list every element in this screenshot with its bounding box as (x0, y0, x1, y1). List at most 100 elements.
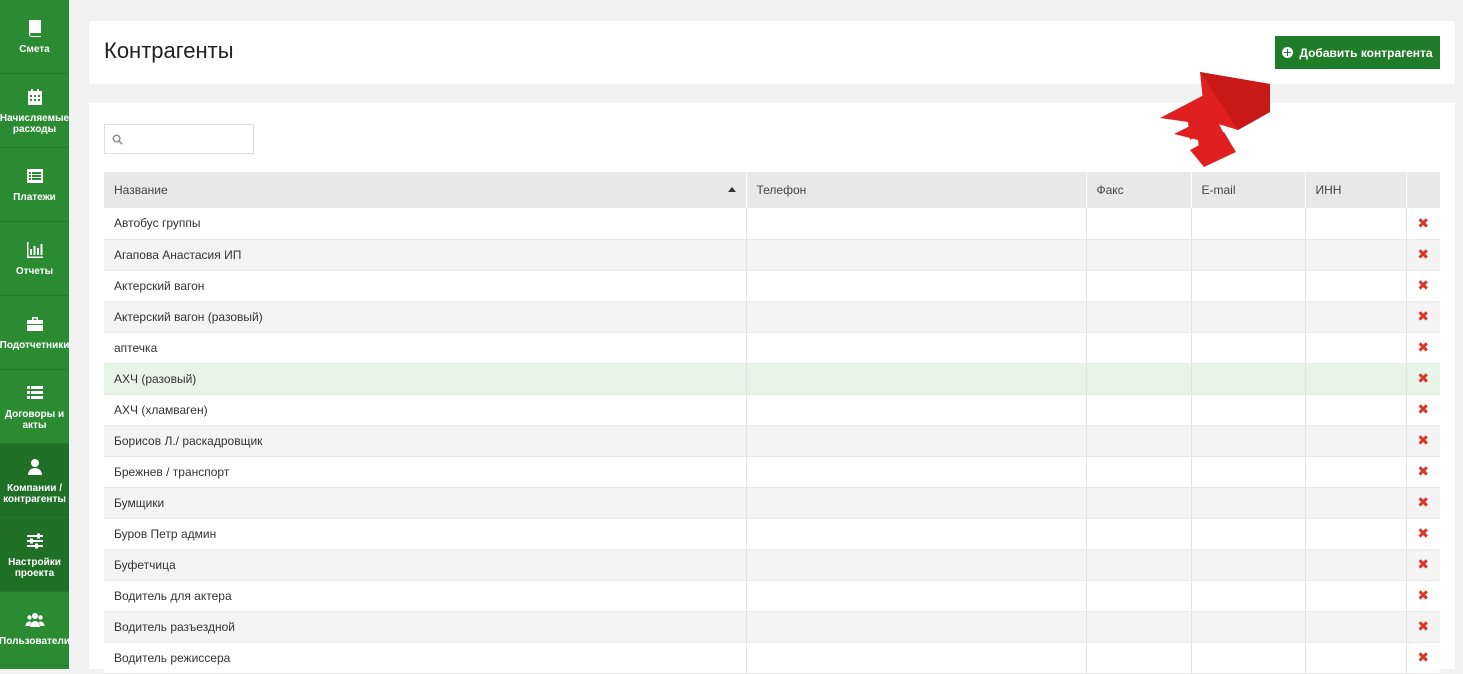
cell-name: Агапова Анастасия ИП (104, 239, 747, 271)
book-icon (28, 20, 41, 37)
sidebar-item-contracts[interactable]: Договоры и акты (0, 370, 69, 444)
search-box[interactable] (104, 124, 254, 154)
cell-name: Водитель для актера (104, 580, 747, 612)
cell-name: Автобус группы (104, 208, 747, 240)
cell-phone (746, 642, 1087, 674)
cell-fax (1086, 394, 1192, 426)
sidebar-item-label: Компании / контрагенты (3, 482, 66, 505)
table-row[interactable]: Бумщики ✖ (104, 487, 1440, 519)
close-icon[interactable]: ✖ (1417, 402, 1429, 416)
cell-name: АХЧ (разовый) (104, 363, 747, 395)
briefcase-icon (26, 317, 43, 331)
cell-email (1191, 239, 1306, 271)
sidebar-item-project-settings[interactable]: Настройки проекта (0, 518, 69, 592)
close-icon[interactable]: ✖ (1417, 309, 1429, 323)
sidebar-item-accrued-expenses[interactable]: Начисляемые расходы (0, 74, 69, 148)
cell-actions: ✖ (1406, 270, 1440, 302)
column-header-actions (1406, 172, 1440, 208)
column-header-name[interactable]: Название (104, 172, 747, 208)
sidebar-item-reports[interactable]: Отчеты (0, 222, 69, 296)
table-row[interactable]: АХЧ (хламваген) ✖ (104, 394, 1440, 426)
table-row[interactable]: Водитель для актера ✖ (104, 580, 1440, 612)
column-header-phone[interactable]: Телефон (746, 172, 1087, 208)
table-row[interactable]: Водитель режиссера ✖ (104, 642, 1440, 674)
add-counterparty-label: Добавить контрагента (1299, 45, 1433, 60)
cell-email (1191, 208, 1306, 240)
sidebar-item-label: Подотчетники (0, 340, 69, 351)
close-icon[interactable]: ✖ (1417, 340, 1429, 354)
cell-phone (746, 549, 1087, 581)
table-row[interactable]: АХЧ (разовый) ✖ (104, 363, 1440, 395)
cell-email (1191, 301, 1306, 333)
close-icon[interactable]: ✖ (1417, 464, 1429, 478)
cell-inn (1305, 394, 1407, 426)
plus-circle-icon (1282, 47, 1294, 58)
cell-phone (746, 208, 1087, 240)
close-icon[interactable]: ✖ (1417, 650, 1429, 664)
column-header-email[interactable]: E-mail (1191, 172, 1306, 208)
cell-fax (1086, 487, 1192, 519)
sidebar-item-label: Смета (19, 44, 50, 55)
table-row[interactable]: Брежнев / транспорт ✖ (104, 456, 1440, 488)
cell-actions: ✖ (1406, 611, 1440, 643)
table-row[interactable]: Агапова Анастасия ИП ✖ (104, 239, 1440, 271)
table-row[interactable]: Буров Петр админ ✖ (104, 518, 1440, 550)
list-icon (26, 385, 43, 399)
table-row[interactable]: Актерский вагон ✖ (104, 270, 1440, 302)
cell-phone (746, 301, 1087, 333)
table-row[interactable]: Актерский вагон (разовый) ✖ (104, 301, 1440, 333)
table-row[interactable]: Буфетчица ✖ (104, 549, 1440, 581)
cell-email (1191, 456, 1306, 488)
table-row[interactable]: Автобус группы ✖ (104, 208, 1440, 240)
close-icon[interactable]: ✖ (1417, 216, 1429, 230)
column-header-inn[interactable]: ИНН (1305, 172, 1407, 208)
close-icon[interactable]: ✖ (1417, 278, 1429, 292)
table-row[interactable]: Водитель разъездной ✖ (104, 611, 1440, 643)
cell-email (1191, 642, 1306, 674)
table-row[interactable]: аптечка ✖ (104, 332, 1440, 364)
cell-fax (1086, 332, 1192, 364)
close-icon[interactable]: ✖ (1417, 588, 1429, 602)
arrow-pointer-graphic (1160, 72, 1270, 167)
close-icon[interactable]: ✖ (1417, 495, 1429, 509)
cell-email (1191, 270, 1306, 302)
table-header-row: Название Телефон Факс E-mail ИНН (104, 172, 1440, 208)
sidebar-item-users[interactable]: Пользователи (0, 592, 69, 666)
search-input[interactable] (105, 125, 253, 153)
cell-name: Бумщики (104, 487, 747, 519)
cell-fax (1086, 208, 1192, 240)
cell-inn (1305, 270, 1407, 302)
close-icon[interactable]: ✖ (1417, 371, 1429, 385)
cell-inn (1305, 301, 1407, 333)
sort-ascending-icon (727, 187, 736, 192)
sidebar-item-accountable-persons[interactable]: Подотчетники (0, 296, 69, 370)
cell-fax (1086, 611, 1192, 643)
cell-actions: ✖ (1406, 301, 1440, 333)
close-icon[interactable]: ✖ (1417, 526, 1429, 540)
cell-phone (746, 456, 1087, 488)
column-header-label: Телефон (756, 183, 807, 197)
cell-phone (746, 239, 1087, 271)
cell-actions: ✖ (1406, 239, 1440, 271)
cell-actions: ✖ (1406, 549, 1440, 581)
cell-inn (1305, 239, 1407, 271)
column-header-fax[interactable]: Факс (1086, 172, 1192, 208)
cell-phone (746, 611, 1087, 643)
close-icon[interactable]: ✖ (1417, 433, 1429, 447)
add-counterparty-button[interactable]: Добавить контрагента (1275, 36, 1440, 69)
sidebar-item-companies[interactable]: Компании / контрагенты (0, 444, 69, 518)
cell-inn (1305, 487, 1407, 519)
cell-actions: ✖ (1406, 642, 1440, 674)
list-icon (26, 169, 43, 183)
cell-fax (1086, 239, 1192, 271)
sidebar-item-payments[interactable]: Платежи (0, 148, 69, 222)
cell-inn (1305, 363, 1407, 395)
cell-name: АХЧ (хламваген) (104, 394, 747, 426)
cell-fax (1086, 642, 1192, 674)
close-icon[interactable]: ✖ (1417, 619, 1429, 633)
sidebar-item-estimate[interactable]: Смета (0, 0, 69, 74)
close-icon[interactable]: ✖ (1417, 247, 1429, 261)
table-row[interactable]: Борисов Л./ раскадровщик ✖ (104, 425, 1440, 457)
close-icon[interactable]: ✖ (1417, 557, 1429, 571)
cell-name: Борисов Л./ раскадровщик (104, 425, 747, 457)
